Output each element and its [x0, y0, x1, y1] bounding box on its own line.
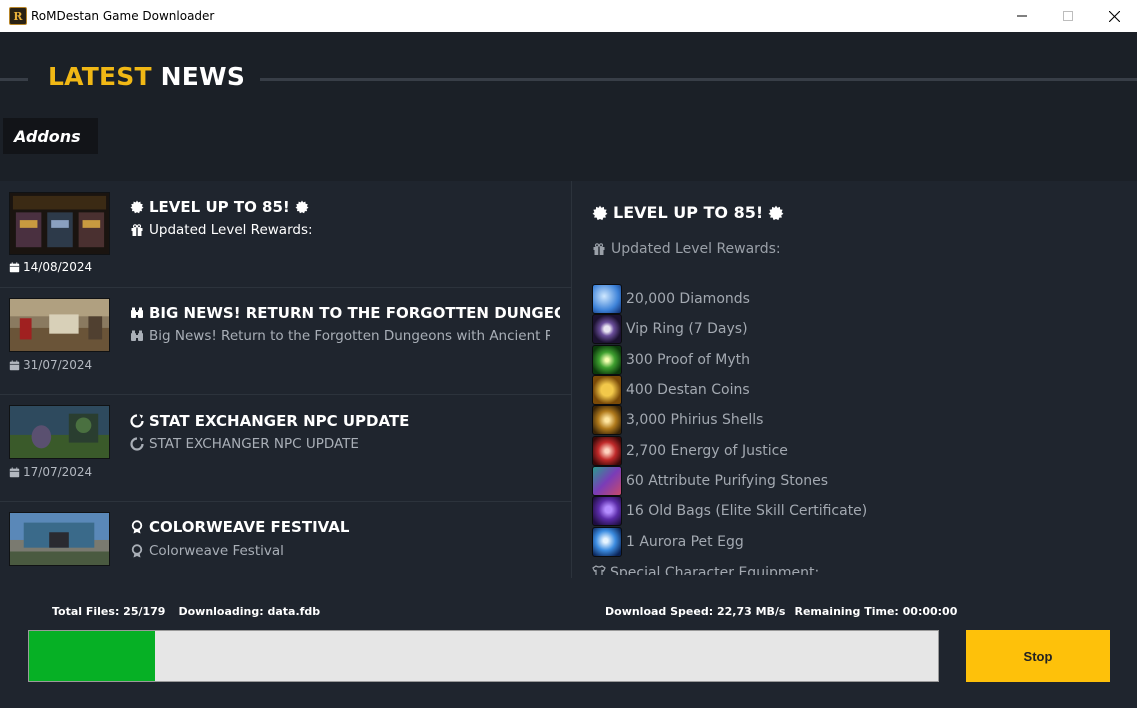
- header-rule-left: [0, 78, 28, 81]
- news-item-subtitle: Big News! Return to the Forgotten Dungeo…: [130, 328, 550, 344]
- gear-icon: [592, 205, 608, 220]
- gear-icon: [130, 200, 144, 214]
- binoculars-icon: [131, 330, 143, 341]
- news-item-subtitle: Updated Level Rewards:: [130, 222, 550, 238]
- total-files-label: Total Files: 25/179: [52, 605, 166, 618]
- news-item-date: 17/07/2024: [9, 465, 92, 479]
- close-icon: [1108, 10, 1120, 22]
- reward-item: Vip Ring (7 Days): [592, 314, 867, 345]
- bag-icon: [592, 496, 622, 527]
- news-thumbnail: [9, 192, 110, 255]
- page-title: LATEST NEWS: [48, 62, 246, 91]
- reward-item: 20,000 Diamonds: [592, 284, 867, 315]
- reward-item: 3,000 Phirius Shells: [592, 405, 867, 436]
- award-icon: [131, 520, 143, 534]
- egg-icon: [592, 526, 622, 557]
- remaining-time-label: Remaining Time: 00:00:00: [794, 605, 958, 618]
- news-item-subtitle: STAT EXCHANGER NPC UPDATE: [130, 436, 550, 452]
- downloader-window: R RoMDestan Game Downloader LATEST NEWS …: [0, 0, 1137, 708]
- reward-item: 16 Old Bags (Elite Skill Certificate): [592, 496, 867, 527]
- minimize-icon: [1017, 15, 1027, 17]
- ring-icon: [592, 314, 622, 345]
- maximize-button[interactable]: [1045, 0, 1091, 32]
- downloading-file-label: Downloading: data.fdb: [178, 605, 321, 618]
- detail-subtitle: Updated Level Rewards:: [592, 241, 781, 257]
- shirt-icon: [592, 564, 606, 575]
- gift-icon: [593, 243, 605, 255]
- calendar-icon: [9, 261, 20, 272]
- news-item-title[interactable]: LEVEL UP TO 85!: [130, 198, 560, 216]
- app-logo-icon: R: [9, 7, 27, 25]
- award-icon: [131, 544, 143, 558]
- justice-swirl-icon: [592, 435, 622, 466]
- news-item-date: 14/08/2024: [9, 260, 92, 274]
- news-thumbnail: [9, 512, 110, 566]
- news-item[interactable]: BIG NEWS! RETURN TO THE FORGOTTEN DUNGEO…: [0, 288, 571, 395]
- refresh-icon: [130, 414, 144, 428]
- progress-fill: [29, 631, 155, 681]
- calendar-icon: [9, 359, 20, 370]
- news-item-title[interactable]: STAT EXCHANGER NPC UPDATE: [130, 412, 560, 430]
- window-title: RoMDestan Game Downloader: [31, 9, 215, 23]
- binoculars-icon: [131, 307, 143, 318]
- news-item-subtitle: Colorweave Festival: [130, 543, 550, 559]
- title-bar[interactable]: R RoMDestan Game Downloader: [0, 0, 1137, 32]
- news-thumbnail: [9, 298, 110, 352]
- window-controls: [999, 0, 1137, 32]
- news-item[interactable]: STAT EXCHANGER NPC UPDATE STAT EXCHANGER…: [0, 395, 571, 502]
- diamond-icon: [592, 284, 622, 315]
- download-status-left: Total Files: 25/179 Downloading: data.fd…: [52, 605, 320, 618]
- download-speed-label: Download Speed: 22,73 MB/s: [605, 605, 786, 618]
- news-item-date: 31/07/2024: [9, 358, 92, 372]
- close-button[interactable]: [1091, 0, 1137, 32]
- news-detail-panel[interactable]: LEVEL UP TO 85! Updated Level Rewards: 2…: [572, 181, 1137, 575]
- news-list[interactable]: LEVEL UP TO 85! Updated Level Rewards: 1…: [0, 181, 571, 567]
- news-thumbnail: [9, 405, 110, 459]
- header-rule-right: [260, 78, 1137, 81]
- news-header: LATEST NEWS Addons: [0, 32, 1137, 181]
- reward-list: 20,000 Diamonds Vip Ring (7 Days) 300 Pr…: [592, 284, 867, 575]
- news-item[interactable]: COLORWEAVE FESTIVAL Colorweave Festival: [0, 502, 571, 567]
- addons-button[interactable]: Addons: [3, 118, 98, 154]
- gear-icon: [295, 200, 309, 214]
- news-item-title[interactable]: BIG NEWS! RETURN TO THE FORGOTTEN DUNGEO…: [130, 304, 560, 322]
- reward-item: 400 Destan Coins: [592, 375, 867, 406]
- download-progress-bar: [28, 630, 939, 682]
- calendar-icon: [9, 466, 20, 477]
- download-status-right: Download Speed: 22,73 MB/s Remaining Tim…: [605, 605, 957, 618]
- reward-item-partial: Special Character Equipment:: [592, 557, 867, 575]
- gear-icon: [768, 205, 784, 220]
- shell-swirl-icon: [592, 405, 622, 436]
- maximize-icon: [1063, 11, 1073, 21]
- myth-swirl-icon: [592, 344, 622, 375]
- news-item[interactable]: LEVEL UP TO 85! Updated Level Rewards: 1…: [0, 181, 571, 288]
- detail-title: LEVEL UP TO 85!: [592, 203, 784, 222]
- reward-item: 60 Attribute Purifying Stones: [592, 465, 867, 496]
- coin-icon: [592, 375, 622, 406]
- reward-item: 1 Aurora Pet Egg: [592, 526, 867, 557]
- stone-icon: [592, 465, 622, 496]
- gift-icon: [131, 224, 143, 236]
- minimize-button[interactable]: [999, 0, 1045, 32]
- news-item-title[interactable]: COLORWEAVE FESTIVAL: [130, 518, 560, 536]
- refresh-icon: [130, 437, 144, 451]
- stop-button[interactable]: Stop: [966, 630, 1110, 682]
- reward-item: 300 Proof of Myth: [592, 344, 867, 375]
- reward-item: 2,700 Energy of Justice: [592, 435, 867, 466]
